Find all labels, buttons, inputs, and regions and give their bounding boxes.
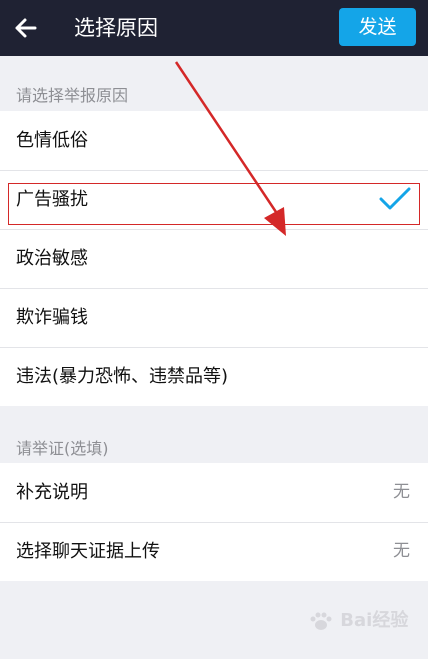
reason-label: 广告骚扰 bbox=[16, 189, 88, 210]
back-button[interactable] bbox=[8, 10, 44, 46]
reason-option-fraud[interactable]: 欺诈骗钱 bbox=[0, 288, 428, 347]
reason-option-illegal[interactable]: 违法(暴力恐怖、违禁品等) bbox=[0, 347, 428, 406]
evidence-list: 补充说明 无 选择聊天证据上传 无 bbox=[0, 463, 428, 581]
watermark: Bai经验 bbox=[308, 606, 408, 632]
reason-list: 色情低俗 广告骚扰 政治敏感 欺诈骗钱 违法(暴力恐怖、违禁品等) bbox=[0, 111, 428, 406]
send-button[interactable]: 发送 bbox=[339, 8, 416, 46]
evidence-value: 无 bbox=[393, 482, 410, 502]
paw-icon bbox=[310, 612, 332, 630]
top-bar: 选择原因 发送 bbox=[0, 0, 428, 56]
back-arrow-icon bbox=[15, 18, 37, 38]
evidence-label: 补充说明 bbox=[16, 482, 88, 503]
reason-section-heading: 请选择举报原因 bbox=[16, 86, 129, 105]
reason-label: 欺诈骗钱 bbox=[16, 307, 88, 328]
checkmark-icon bbox=[379, 187, 411, 210]
reason-option-porn[interactable]: 色情低俗 bbox=[0, 111, 428, 170]
evidence-label: 选择聊天证据上传 bbox=[16, 541, 160, 562]
reason-option-ad-harassment[interactable]: 广告骚扰 bbox=[0, 170, 428, 229]
supplement-note-row[interactable]: 补充说明 无 bbox=[0, 463, 428, 522]
evidence-value: 无 bbox=[393, 541, 410, 561]
evidence-section-heading: 请举证(选填) bbox=[16, 439, 109, 458]
watermark-text: Bai经验 bbox=[340, 610, 409, 631]
reason-option-political[interactable]: 政治敏感 bbox=[0, 229, 428, 288]
upload-chat-evidence-row[interactable]: 选择聊天证据上传 无 bbox=[0, 522, 428, 581]
page-title: 选择原因 bbox=[74, 16, 158, 40]
reason-label: 违法(暴力恐怖、违禁品等) bbox=[16, 366, 229, 387]
reason-label: 政治敏感 bbox=[16, 248, 88, 269]
reason-label: 色情低俗 bbox=[16, 130, 88, 151]
